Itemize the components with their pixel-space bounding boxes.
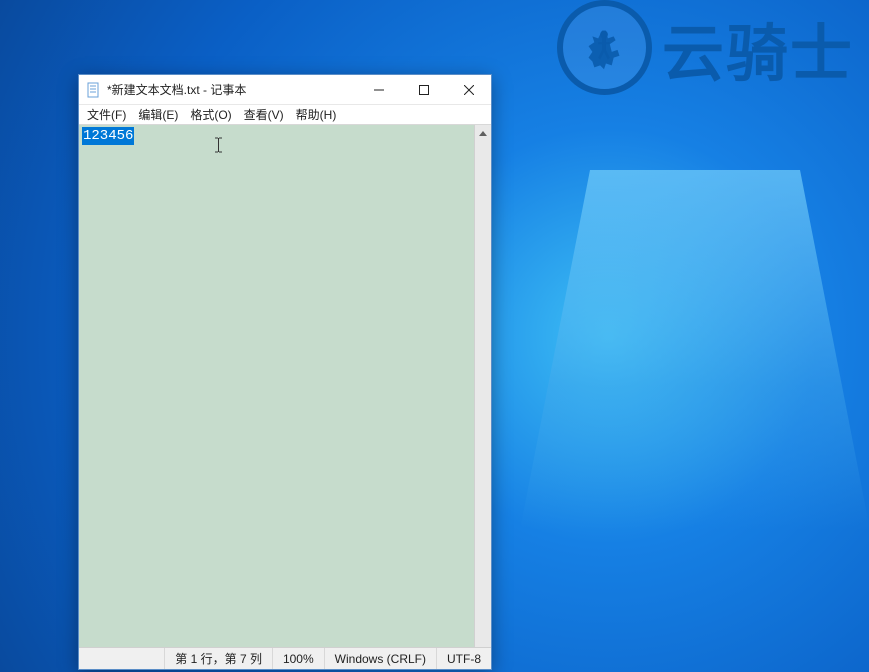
status-line-ending: Windows (CRLF) xyxy=(324,648,436,669)
selected-text: 123456 xyxy=(82,127,134,145)
watermark-logo-icon xyxy=(557,0,652,95)
minimize-button[interactable] xyxy=(356,75,401,104)
scroll-up-icon[interactable] xyxy=(475,125,491,142)
desktop-light-effect xyxy=(520,170,869,530)
editor-container: 123456 xyxy=(79,125,491,647)
text-editor[interactable]: 123456 xyxy=(79,125,474,647)
maximize-button[interactable] xyxy=(401,75,446,104)
menu-help[interactable]: 帮助(H) xyxy=(290,104,343,125)
watermark: 云骑士 xyxy=(557,0,854,95)
close-button[interactable] xyxy=(446,75,491,104)
notepad-icon xyxy=(85,82,101,98)
notepad-window: *新建文本文档.txt - 记事本 文件(F) 编辑(E) 格式(O) 查看(V… xyxy=(78,74,492,670)
status-position: 第 1 行，第 7 列 xyxy=(164,648,272,669)
text-cursor-icon xyxy=(214,137,223,153)
status-encoding: UTF-8 xyxy=(436,648,491,669)
menubar: 文件(F) 编辑(E) 格式(O) 查看(V) 帮助(H) xyxy=(79,105,491,125)
watermark-text: 云骑士 xyxy=(662,3,854,93)
status-zoom: 100% xyxy=(272,648,324,669)
menu-view[interactable]: 查看(V) xyxy=(238,104,290,125)
menu-format[interactable]: 格式(O) xyxy=(184,104,237,125)
menu-edit[interactable]: 编辑(E) xyxy=(132,104,184,125)
titlebar[interactable]: *新建文本文档.txt - 记事本 xyxy=(79,75,491,105)
window-controls xyxy=(356,75,491,104)
vertical-scrollbar[interactable] xyxy=(474,125,491,647)
statusbar: 第 1 行，第 7 列 100% Windows (CRLF) UTF-8 xyxy=(79,647,491,669)
window-title: *新建文本文档.txt - 记事本 xyxy=(107,81,356,98)
menu-file[interactable]: 文件(F) xyxy=(81,104,132,125)
